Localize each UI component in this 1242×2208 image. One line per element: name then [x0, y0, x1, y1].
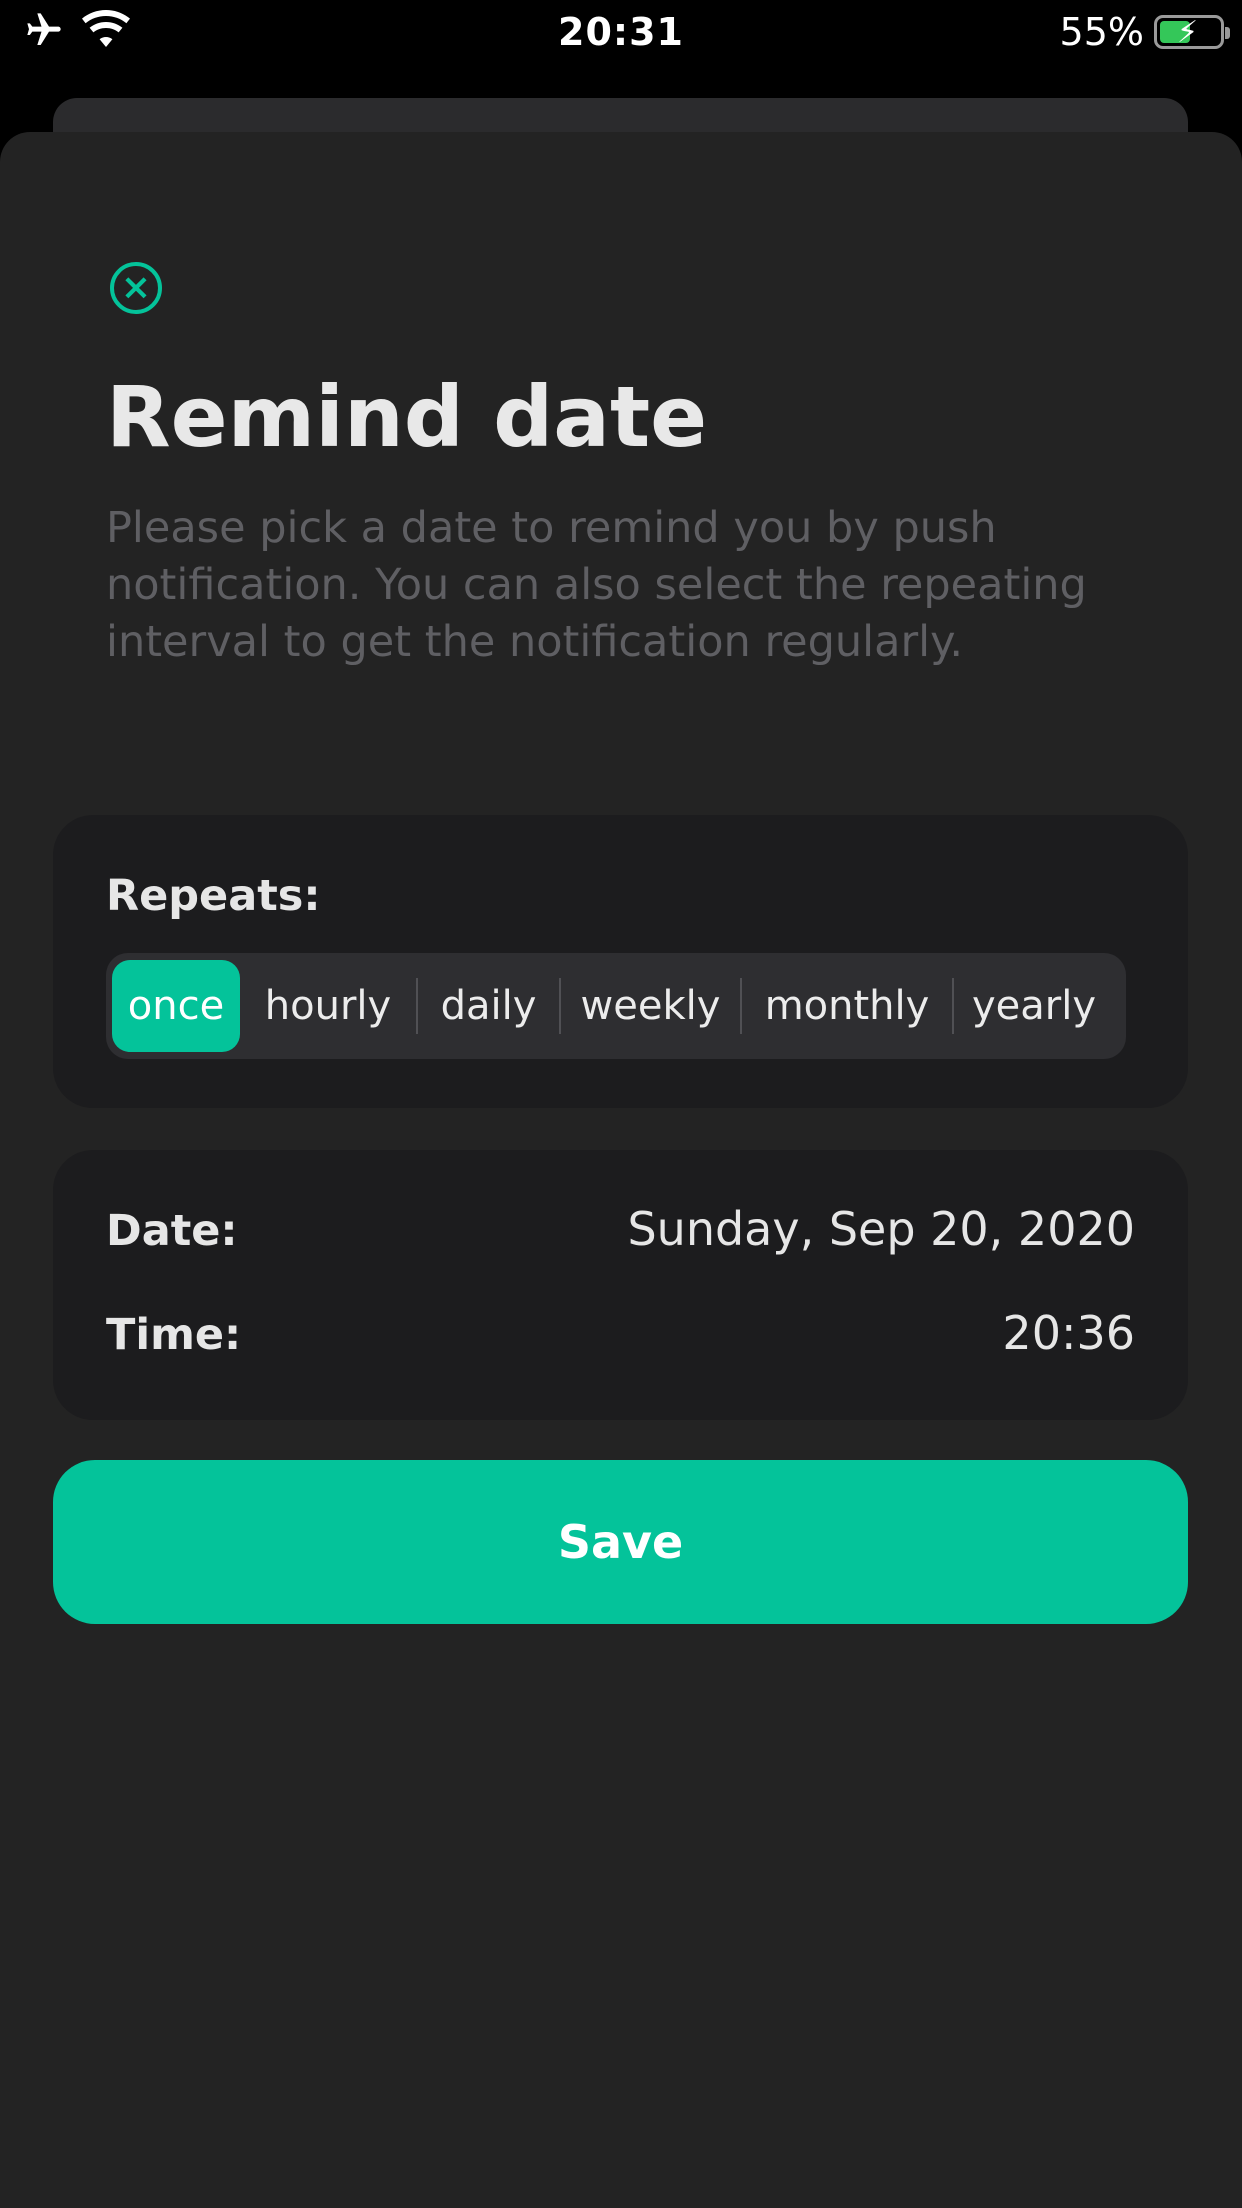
repeat-option-yearly[interactable]: yearly [954, 960, 1114, 1052]
repeat-option-daily[interactable]: daily [418, 960, 559, 1052]
repeat-option-weekly[interactable]: weekly [561, 960, 740, 1052]
repeat-option-monthly[interactable]: monthly [742, 960, 952, 1052]
time-value[interactable]: 20:36 [1002, 1306, 1135, 1360]
repeat-interval-selector: once hourly daily weekly monthly yearly [106, 953, 1126, 1059]
close-circle-icon[interactable]: × [110, 262, 162, 314]
battery-charging-icon: ⚡ [1154, 15, 1230, 50]
repeat-option-once[interactable]: once [112, 960, 240, 1052]
status-time: 20:31 [558, 10, 684, 54]
schedule-card: Date: Sunday, Sep 20, 2020 Time: 20:36 [53, 1150, 1188, 1420]
page-title: Remind date [106, 368, 708, 466]
time-label: Time: [106, 1310, 242, 1360]
date-value[interactable]: Sunday, Sep 20, 2020 [627, 1202, 1135, 1256]
battery-percent: 55% [1059, 10, 1144, 54]
repeats-card: Repeats: once hourly daily weekly monthl… [53, 815, 1188, 1108]
bolt-icon: ⚡ [1177, 15, 1199, 50]
save-button[interactable]: Save [53, 1460, 1188, 1624]
close-icon: × [120, 267, 152, 308]
status-bar: 20:31 55% ⚡ [0, 0, 1242, 70]
page-description: Please pick a date to remind you by push… [106, 503, 1087, 667]
status-right: 55% ⚡ [1059, 10, 1230, 54]
date-label: Date: [106, 1206, 238, 1256]
repeats-label: Repeats: [106, 871, 321, 921]
repeat-option-hourly[interactable]: hourly [240, 960, 416, 1052]
